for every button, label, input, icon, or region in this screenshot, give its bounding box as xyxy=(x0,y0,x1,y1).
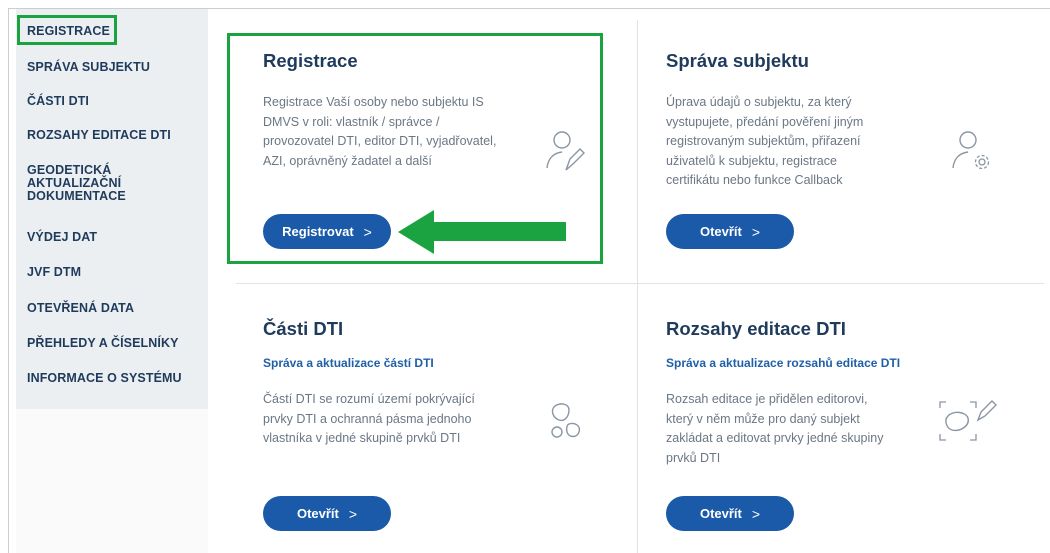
card-title: Správa subjektu xyxy=(666,50,809,71)
otevrit-button[interactable]: Otevřít > xyxy=(666,214,794,249)
otevrit-button[interactable]: Otevřít > xyxy=(263,496,391,531)
sidebar-footer-area xyxy=(16,409,208,553)
button-label: Otevřít xyxy=(699,224,742,239)
sidebar: REGISTRACE SPRÁVA SUBJEKTU ČÁSTI DTI ROZ… xyxy=(16,9,208,428)
card-description: Rozsah editace je přidělen editorovi, kt… xyxy=(666,392,884,465)
button-label: Otevřít xyxy=(699,506,742,521)
grid-divider-vertical-bottom xyxy=(637,283,638,553)
sidebar-item-vydej-dat[interactable]: VÝDEJ DAT xyxy=(27,231,197,244)
sidebar-item-otevrena-data[interactable]: OTEVŘENÁ DATA xyxy=(27,302,197,315)
sidebar-highlight-frame xyxy=(17,15,117,45)
card-subtitle: Správa a aktualizace rozsahů editace DTI xyxy=(666,356,901,370)
sidebar-item-sprava-subjektu[interactable]: SPRÁVA SUBJEKTU xyxy=(27,61,197,74)
shapes-icon xyxy=(551,403,581,438)
card-title: Rozsahy editace DTI xyxy=(666,318,846,339)
sidebar-item-informace-o-systemu[interactable]: INFORMACE O SYSTÉMU xyxy=(27,372,197,385)
sidebar-item-prehledy-ciselniky[interactable]: PŘEHLEDY A ČÍSELNÍKY xyxy=(27,337,197,350)
grid-divider-vertical-top xyxy=(637,20,638,283)
sidebar-item-casti-dti[interactable]: ČÁSTI DTI xyxy=(27,95,197,108)
sidebar-item-geodeticka-dokumentace[interactable]: GEODETICKÁ AKTUALIZAČNÍ DOKUMENTACE xyxy=(27,164,137,203)
chevron-right-icon: > xyxy=(348,505,358,522)
otevrit-button[interactable]: Otevřít > xyxy=(666,496,794,531)
card-title: Části DTI xyxy=(263,318,344,339)
card-subtitle: Správa a aktualizace částí DTI xyxy=(263,356,434,370)
chevron-right-icon: > xyxy=(751,505,761,522)
card-highlight-frame xyxy=(227,33,603,264)
card-description: Úprava údajů o subjektu, za který vystup… xyxy=(666,95,864,187)
grid-divider-horizontal xyxy=(236,283,1044,284)
chevron-right-icon: > xyxy=(751,223,761,240)
sidebar-item-jvf-dtm[interactable]: JVF DTM xyxy=(27,266,197,279)
card-description: Částí DTI se rozumí území pokrývající pr… xyxy=(263,392,475,445)
button-label: Otevřít xyxy=(296,506,339,521)
sidebar-item-rozsahy-editace[interactable]: ROZSAHY EDITACE DTI xyxy=(27,129,197,142)
user-settings-icon xyxy=(952,131,990,170)
area-edit-icon xyxy=(939,400,997,441)
